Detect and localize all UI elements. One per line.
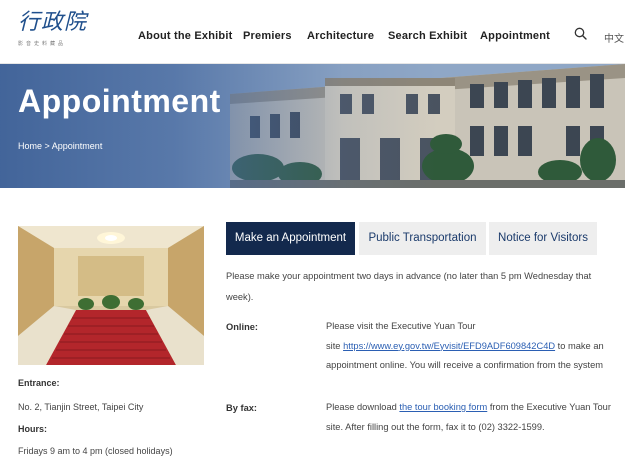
breadcrumb-current: Appointment xyxy=(51,141,103,151)
online-suffix: to make an xyxy=(555,340,604,351)
online-line-3: appointment online. You will receive a c… xyxy=(326,360,603,370)
nav-about-exhibit[interactable]: About the Exhibit xyxy=(138,30,232,42)
entrance-label: Entrance: xyxy=(18,378,60,388)
entrance-value: No. 2, Tianjin Street, Taipei City xyxy=(18,402,144,412)
page-banner: Appointment Home > Appointment xyxy=(0,64,625,188)
online-booking-link[interactable]: https://www.ey.gov.tw/Eyvisit/EFD9ADF609… xyxy=(343,341,555,351)
search-icon[interactable] xyxy=(574,27,587,40)
online-prefix: site xyxy=(326,340,344,351)
fax-label: By fax: xyxy=(226,403,258,413)
breadcrumb: Home > Appointment xyxy=(18,141,102,151)
online-line-2: site https://www.ey.gov.tw/Eyvisit/EFD9A… xyxy=(326,337,624,357)
logo-subtext: 影音史料藏品 xyxy=(18,41,67,47)
nav-premiers[interactable]: Premiers xyxy=(243,30,292,42)
tab-notice-visitors[interactable]: Notice for Visitors xyxy=(489,222,597,255)
fax-line-1: Please download the tour booking form fr… xyxy=(326,398,624,418)
page-title: Appointment xyxy=(18,83,221,119)
online-line-1: Please visit the Executive Yuan Tour xyxy=(326,321,476,331)
staircase-photo xyxy=(18,226,204,365)
site-logo[interactable]: 行政院 影音史料藏品 xyxy=(18,10,96,54)
online-text: Please visit the Executive Yuan Tour sit… xyxy=(326,317,624,376)
nav-search-exhibit[interactable]: Search Exhibit xyxy=(388,30,467,42)
nav-architecture[interactable]: Architecture xyxy=(307,30,374,42)
intro-line-2: week). xyxy=(226,292,254,302)
site-header: 行政院 影音史料藏品 About the Exhibit Premiers Ar… xyxy=(0,0,625,64)
tab-make-appointment[interactable]: Make an Appointment xyxy=(226,222,355,255)
online-label: Online: xyxy=(226,322,259,332)
fax-prefix: Please download xyxy=(326,402,400,412)
tour-booking-form-link[interactable]: the tour booking form xyxy=(399,402,487,412)
hours-label: Hours: xyxy=(18,424,47,434)
logo-text: 行政院 xyxy=(18,10,88,35)
breadcrumb-home[interactable]: Home xyxy=(18,141,42,151)
fax-text: Please download the tour booking form fr… xyxy=(326,398,624,437)
nav-appointment[interactable]: Appointment xyxy=(480,30,550,42)
language-switch[interactable]: 中文 xyxy=(604,30,624,45)
intro-line-1: Please make your appointment two days in… xyxy=(226,271,592,281)
fax-suffix: from the Executive Yuan Tour xyxy=(487,402,611,412)
hours-value: Fridays 9 am to 4 pm (closed holidays) xyxy=(18,446,173,456)
intro-text: Please make your appointment two days in… xyxy=(226,266,624,308)
breadcrumb-separator: > xyxy=(42,141,52,151)
fax-line-2: site. After filling out the form, fax it… xyxy=(326,421,545,432)
tab-public-transportation[interactable]: Public Transportation xyxy=(359,222,486,255)
